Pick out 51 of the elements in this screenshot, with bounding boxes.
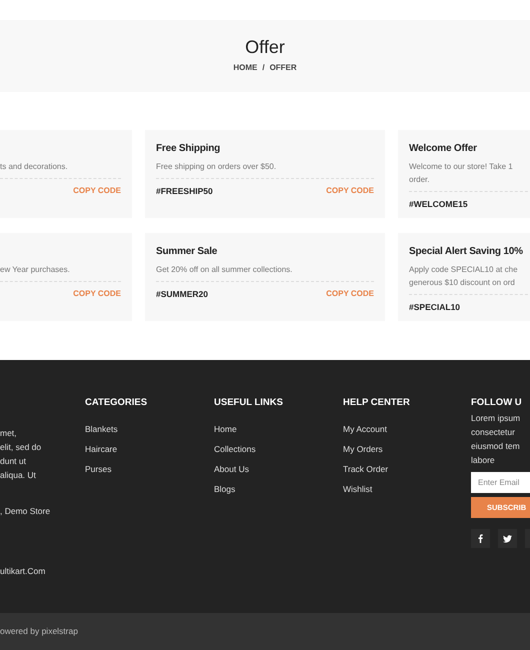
copyright-text: owered by pixelstrap <box>0 625 78 638</box>
footer-link[interactable]: My Orders <box>343 443 471 455</box>
offer-code: #WELCOME15 <box>409 198 468 211</box>
address-text: , Demo Store <box>0 505 52 518</box>
twitter-button[interactable] <box>498 529 517 548</box>
follow-text: eiusmod tem <box>471 440 521 453</box>
offer-description: Welcome to our store! Take 1 <box>409 161 514 173</box>
page-title: Offer <box>245 36 285 59</box>
email-field[interactable]: Enter Email <box>471 472 530 493</box>
offer-description: Free shipping on orders over $50. <box>156 161 278 173</box>
footer-link[interactable]: Track Order <box>343 463 471 475</box>
offer-code: #SUMMER20 <box>156 288 208 301</box>
offer-description: generous $10 discount on ord <box>409 277 516 289</box>
column-heading: HELP CENTER <box>343 397 411 409</box>
column-heading: CATEGORIES <box>85 397 148 409</box>
offer-title: Free Shipping <box>156 142 222 156</box>
facebook-icon <box>478 534 483 543</box>
offer-title: Summer Sale <box>156 245 218 259</box>
column-heading: FOLLOW U <box>471 397 523 409</box>
offer-description: Apply code SPECIAL10 at che <box>409 264 519 276</box>
footer-link[interactable]: About Us <box>214 463 343 475</box>
offer-code: #SPECIAL10 <box>409 301 460 314</box>
about-text: met, <box>0 427 18 440</box>
about-text: dunt ut <box>0 455 27 468</box>
breadcrumb-separator: / <box>262 62 265 74</box>
footer-link[interactable]: Blankets <box>85 423 214 435</box>
offer-code: #FREESHIP50 <box>156 185 213 198</box>
follow-text: Lorem ipsum <box>471 412 522 425</box>
column-heading: USEFUL LINKS <box>214 397 284 409</box>
offer-description: ts and decorations. <box>0 161 69 173</box>
follow-text: labore <box>471 454 496 467</box>
offer-description: order. <box>409 174 430 186</box>
offer-description: Get 20% off on all summer collections. <box>156 264 294 276</box>
footer-link[interactable]: Wishlist <box>343 483 471 495</box>
bird-icon <box>503 534 512 542</box>
about-text: aliqua. Ut <box>0 469 37 482</box>
offer-title: Special Alert Saving 10% <box>409 245 524 259</box>
footer-link[interactable]: Home <box>214 423 343 435</box>
breadcrumb-link[interactable]: OFFER <box>270 62 297 74</box>
follow-text: consectetur <box>471 426 516 439</box>
footer-link[interactable]: Blogs <box>214 483 343 495</box>
footer-link[interactable]: Purses <box>85 463 214 475</box>
email-text: ultikart.Com <box>0 565 46 578</box>
footer-link[interactable]: Haircare <box>85 443 214 455</box>
footer-link[interactable]: My Account <box>343 423 471 435</box>
offer-title: Welcome Offer <box>409 142 478 156</box>
footer-link[interactable]: Collections <box>214 443 343 455</box>
facebook-button[interactable] <box>471 529 490 548</box>
about-text: elit, sed do <box>0 441 42 454</box>
offer-description: ew Year purchases. <box>0 264 71 276</box>
breadcrumb-link[interactable]: HOME <box>233 62 258 74</box>
